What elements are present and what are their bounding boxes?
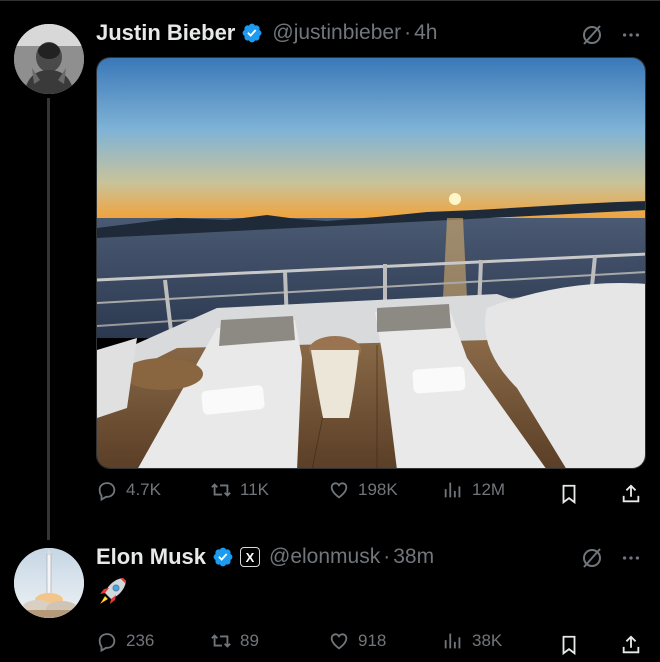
user-handle[interactable]: @elonmusk	[269, 545, 380, 569]
affiliate-x-badge[interactable]: X	[240, 547, 261, 567]
repost-count: 89	[240, 631, 259, 650]
like-icon	[330, 633, 348, 650]
more-icon[interactable]	[620, 24, 642, 46]
repost-count: 11K	[240, 480, 269, 499]
avatar[interactable]	[14, 548, 84, 618]
like-count: 198K	[358, 480, 398, 499]
like-icon	[330, 482, 348, 499]
thread-connector-line	[47, 98, 50, 540]
tweet-action-bar: 4.7K 11K 198K 12M	[96, 479, 642, 509]
separator-dot: ·	[404, 21, 412, 44]
views-count: 12M	[472, 480, 506, 499]
repost-button[interactable]: 89	[210, 630, 259, 652]
more-icon[interactable]	[620, 547, 642, 569]
timestamp[interactable]: 4h	[414, 21, 437, 45]
tweet-justin-bieber[interactable]: Justin Bieber @justinbieber · 4h 4.7K 11…	[0, 0, 660, 540]
grok-icon[interactable]	[580, 546, 604, 570]
like-count: 918	[358, 631, 387, 650]
verified-badge-icon[interactable]	[212, 546, 234, 568]
user-handle[interactable]: @justinbieber	[272, 21, 401, 45]
tweet-action-bar: 236 89 918 38K	[96, 630, 642, 660]
rocket-emoji-icon	[100, 578, 126, 604]
reply-count: 236	[126, 631, 155, 650]
timestamp[interactable]: 38m	[393, 545, 434, 569]
tweet-elon-musk[interactable]: Elon Musk X @elonmusk · 38m 236 89 918 3…	[0, 530, 660, 662]
verified-badge-icon[interactable]	[241, 22, 263, 44]
views-icon	[444, 482, 461, 498]
reply-button[interactable]: 4.7K	[96, 479, 161, 501]
display-name[interactable]: Elon Musk	[96, 544, 206, 570]
like-button[interactable]: 918	[328, 630, 386, 652]
tweet-header: Justin Bieber @justinbieber · 4h	[96, 20, 437, 46]
bookmark-icon[interactable]	[558, 483, 580, 505]
tweet-media-photo[interactable]	[96, 57, 646, 469]
avatar[interactable]	[14, 24, 84, 94]
views-button[interactable]: 38K	[442, 630, 502, 652]
like-button[interactable]: 198K	[328, 479, 398, 501]
separator-dot: ·	[383, 545, 391, 568]
repost-button[interactable]: 11K	[210, 479, 269, 501]
reply-icon	[98, 482, 116, 501]
reply-button[interactable]: 236	[96, 630, 154, 652]
tweet-header: Elon Musk X @elonmusk · 38m	[96, 544, 434, 570]
views-count: 38K	[472, 631, 503, 650]
display-name[interactable]: Justin Bieber	[96, 20, 235, 46]
bookmark-icon[interactable]	[558, 634, 580, 656]
reply-icon	[98, 633, 116, 652]
share-icon[interactable]	[620, 634, 642, 656]
share-icon[interactable]	[620, 483, 642, 505]
reply-count: 4.7K	[126, 480, 161, 499]
repost-icon	[211, 634, 231, 648]
views-icon	[444, 633, 461, 649]
repost-icon	[211, 483, 231, 497]
views-button[interactable]: 12M	[442, 479, 505, 501]
grok-icon[interactable]	[580, 23, 604, 47]
